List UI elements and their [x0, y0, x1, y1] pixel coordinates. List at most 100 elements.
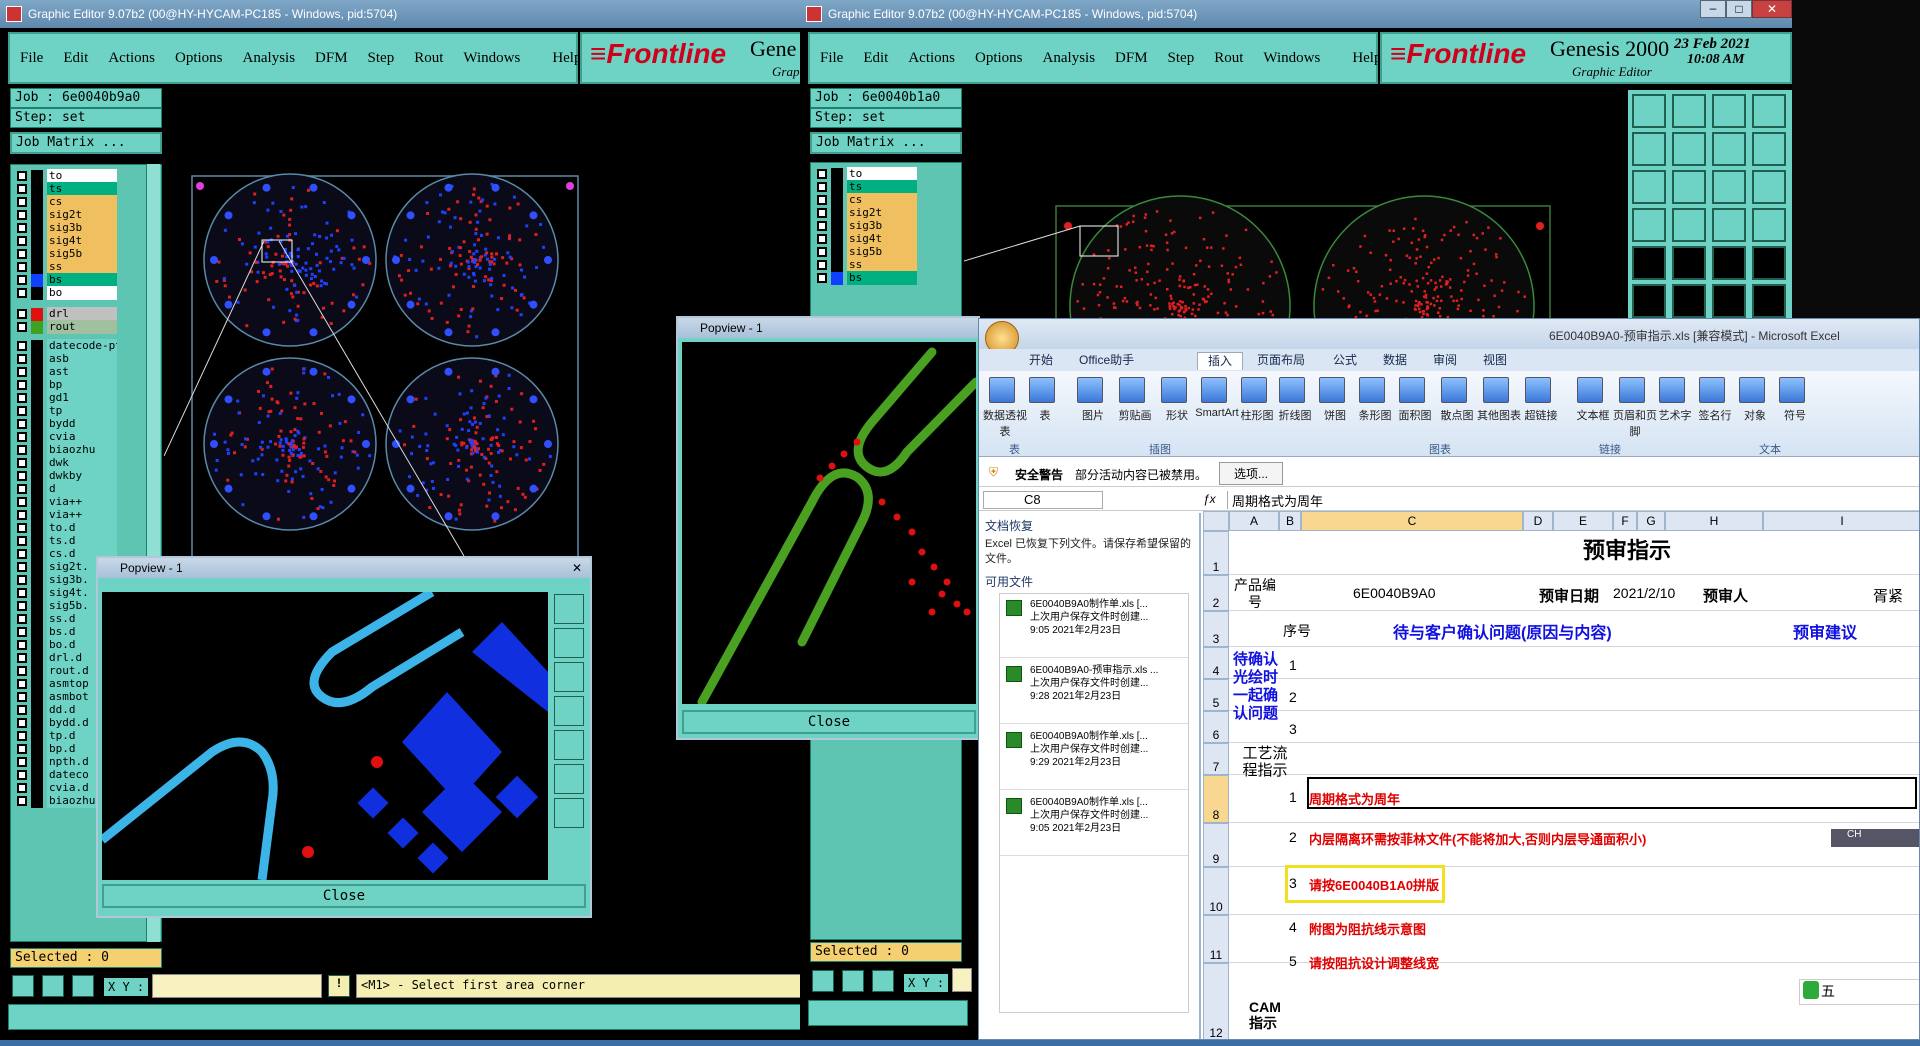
tool-palette-icon[interactable]: [1752, 246, 1786, 280]
layer-checkbox[interactable]: [817, 247, 827, 257]
row-header[interactable]: 3: [1203, 611, 1229, 647]
layer-checkbox[interactable]: [17, 484, 27, 494]
menu-windows[interactable]: Windows: [1253, 50, 1330, 67]
menu-rout[interactable]: Rout: [404, 50, 453, 67]
tool-palette-icon[interactable]: [1712, 132, 1746, 166]
layer-checkbox[interactable]: [17, 262, 27, 272]
row-header[interactable]: 9: [1203, 823, 1229, 867]
layer-checkbox[interactable]: [17, 236, 27, 246]
layer-checkbox[interactable]: [17, 171, 27, 181]
ribbon-button-2[interactable]: 图片: [1071, 407, 1115, 423]
layer-checkbox[interactable]: [17, 770, 27, 780]
tool-palette-icon[interactable]: [1712, 284, 1746, 318]
row-header[interactable]: 2: [1203, 575, 1229, 611]
layer-checkbox[interactable]: [17, 419, 27, 429]
layer-checkbox[interactable]: [817, 260, 827, 270]
layer-checkbox[interactable]: [17, 588, 27, 598]
layer-checkbox[interactable]: [817, 234, 827, 244]
layer-checkbox[interactable]: [17, 288, 27, 298]
popview-tool-icon[interactable]: [554, 594, 584, 624]
popview-tool-icon[interactable]: [554, 730, 584, 760]
layer-checkbox[interactable]: [817, 221, 827, 231]
recovered-file-item[interactable]: 6E0040B9A0-预审指示.xls ... 上次用户保存文件时创建... 9:2…: [1000, 660, 1188, 724]
grid-icon[interactable]: [72, 975, 94, 997]
layer-checkbox[interactable]: [17, 757, 27, 767]
ribbon-button-5[interactable]: SmartArt: [1195, 407, 1239, 419]
tool-palette-icon[interactable]: [1632, 94, 1666, 128]
layer-checkbox[interactable]: [17, 666, 27, 676]
layer-checkbox[interactable]: [17, 249, 27, 259]
options-button[interactable]: 选项...: [1219, 462, 1284, 485]
ribbon-tab-6[interactable]: 审阅: [1423, 352, 1467, 370]
layer-checkbox[interactable]: [17, 471, 27, 481]
tool-icon-2[interactable]: [842, 970, 864, 992]
layer-checkbox[interactable]: [17, 601, 27, 611]
popview-tool-icon[interactable]: [554, 764, 584, 794]
layer-checkbox[interactable]: [17, 406, 27, 416]
row-header[interactable]: 6: [1203, 711, 1229, 743]
tool-palette-icon[interactable]: [1672, 170, 1706, 204]
tool-palette-icon[interactable]: [1752, 284, 1786, 318]
tool-palette-icon[interactable]: [1672, 208, 1706, 242]
tool-palette-icon[interactable]: [1672, 132, 1706, 166]
popview-2-titlebar[interactable]: Popview - 1: [678, 318, 978, 338]
layer-checkbox[interactable]: [17, 575, 27, 585]
ribbon-button-19[interactable]: 符号: [1773, 407, 1817, 423]
layer-checkbox[interactable]: [17, 536, 27, 546]
layer-checkbox[interactable]: [17, 210, 27, 220]
layer-checkbox[interactable]: [17, 679, 27, 689]
menu-edit[interactable]: Edit: [853, 50, 898, 67]
column-header[interactable]: H: [1665, 511, 1763, 531]
name-box[interactable]: C8: [983, 491, 1103, 509]
tool-palette-icon[interactable]: [1752, 132, 1786, 166]
popview-1-titlebar[interactable]: Popview - 1 ✕: [98, 558, 590, 578]
layer-checkbox[interactable]: [17, 510, 27, 520]
minimize-button[interactable]: –: [1700, 0, 1726, 18]
recovered-file-item[interactable]: 6E0040B9A0制作单.xls [... 上次用户保存文件时创建... 9:29…: [1000, 726, 1188, 790]
tool-palette-icon[interactable]: [1672, 94, 1706, 128]
layer-checkbox[interactable]: [817, 195, 827, 205]
layer-checkbox[interactable]: [17, 627, 27, 637]
ribbon-tab-4[interactable]: 公式: [1323, 352, 1367, 370]
layer-row[interactable]: bs: [811, 271, 961, 286]
menu-step[interactable]: Step: [1158, 50, 1205, 67]
ribbon-tab-3[interactable]: 页面布局: [1247, 352, 1315, 370]
ribbon-button-13[interactable]: 超链接: [1519, 407, 1563, 423]
tool-palette-icon[interactable]: [1672, 284, 1706, 318]
column-header[interactable]: E: [1553, 511, 1613, 531]
excel-titlebar[interactable]: 6E0040B9A0-预审指示.xls [兼容模式] - Microsoft E…: [979, 319, 1919, 355]
layer-checkbox[interactable]: [17, 445, 27, 455]
tool-icon-2[interactable]: [42, 975, 64, 997]
layer-row[interactable]: bo: [11, 286, 161, 301]
layer-checkbox[interactable]: [17, 562, 27, 572]
row-header[interactable]: 10: [1203, 867, 1229, 915]
grid-icon[interactable]: [872, 970, 894, 992]
menu-file[interactable]: File: [10, 50, 53, 67]
layer-checkbox[interactable]: [17, 432, 27, 442]
selected-cell-c8[interactable]: [1307, 777, 1917, 809]
alert-icon[interactable]: !: [328, 975, 350, 997]
layer-checkbox[interactable]: [17, 458, 27, 468]
column-header[interactable]: C: [1301, 511, 1523, 531]
ribbon-button-17[interactable]: 签名行: [1693, 407, 1737, 423]
layer-checkbox[interactable]: [17, 653, 27, 663]
formula-input[interactable]: 周期格式为周年: [1227, 491, 1917, 509]
layer-checkbox[interactable]: [17, 197, 27, 207]
column-header[interactable]: D: [1523, 511, 1553, 531]
layer-checkbox[interactable]: [17, 523, 27, 533]
row-header[interactable]: 12: [1203, 963, 1229, 1039]
layer-checkbox[interactable]: [17, 341, 27, 351]
ribbon-button-14[interactable]: 文本框: [1571, 407, 1615, 423]
tool-palette-icon[interactable]: [1632, 132, 1666, 166]
column-header[interactable]: I: [1763, 511, 1919, 531]
job-matrix-button[interactable]: Job Matrix ...: [10, 132, 162, 154]
tool-palette-icon[interactable]: [1632, 208, 1666, 242]
menu-analysis[interactable]: Analysis: [233, 50, 306, 67]
popview-1-close-icon[interactable]: ✕: [572, 558, 582, 578]
layer-checkbox[interactable]: [817, 208, 827, 218]
layer-checkbox[interactable]: [17, 184, 27, 194]
tool-palette-icon[interactable]: [1752, 208, 1786, 242]
close-button[interactable]: ✕: [1752, 0, 1792, 18]
menu-edit[interactable]: Edit: [53, 50, 98, 67]
column-header[interactable]: F: [1613, 511, 1637, 531]
